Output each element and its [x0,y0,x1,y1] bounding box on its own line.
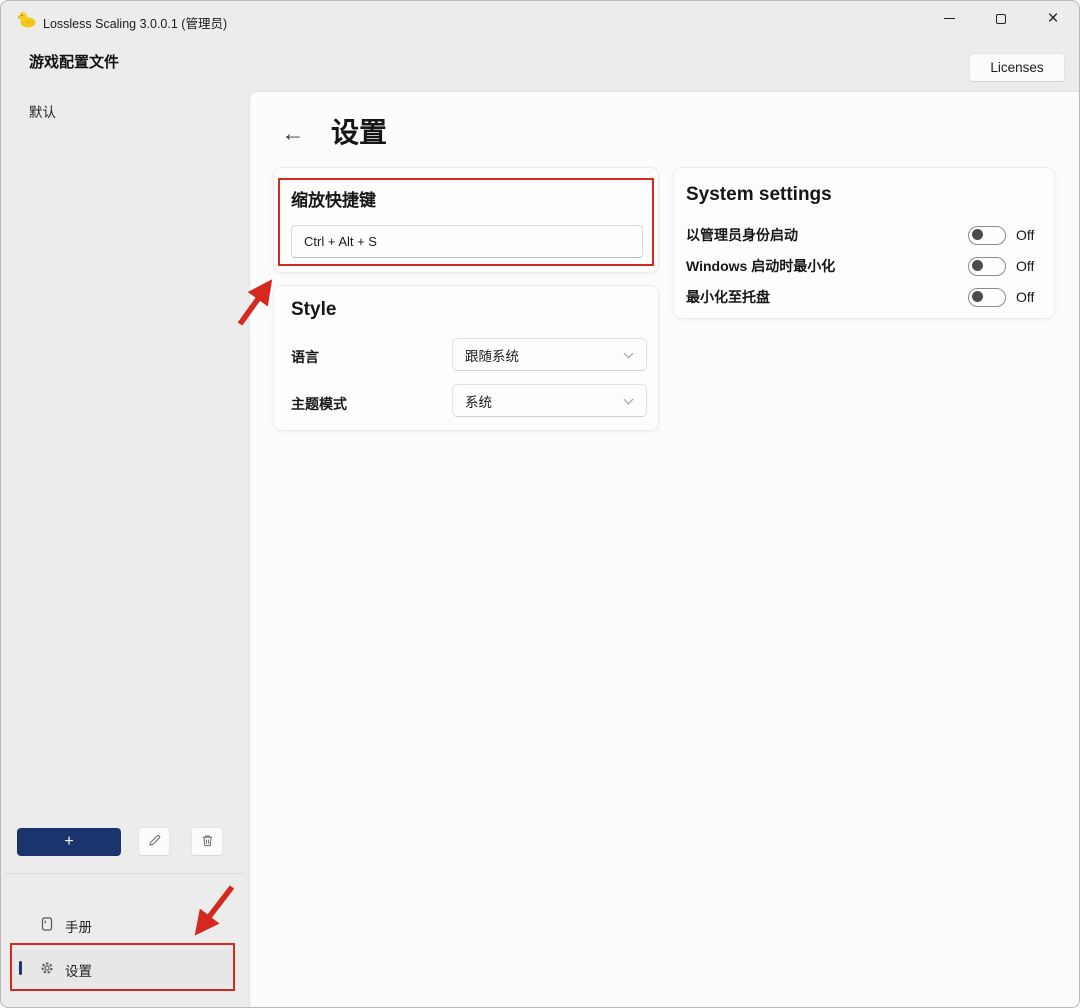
setting-row-minimize-to-tray: 最小化至托盘 Off [686,284,1042,310]
setting-row-minimize-on-startup: Windows 启动时最小化 Off [686,253,1042,279]
maximize-icon [996,14,1006,24]
close-icon: × [1047,9,1058,28]
toggle-run-as-admin[interactable] [968,226,1006,245]
system-settings-card: System settings 以管理员身份启动 Off Windows 启动时… [673,167,1055,319]
delete-profile-button[interactable] [191,827,223,856]
minimize-on-startup-state: Off [1016,258,1042,274]
pencil-icon [147,833,162,851]
minimize-icon [944,18,955,20]
gear-icon [39,960,55,976]
language-label: 语言 [291,347,319,367]
page-header-title: 游戏配置文件 [29,51,119,72]
manual-book-icon [39,916,55,932]
minimize-button[interactable] [929,5,969,32]
window-controls: × [929,5,1073,32]
chevron-down-icon [624,349,634,359]
toggle-knob [972,291,983,302]
system-card-title: System settings [686,184,832,206]
theme-select-value: 系统 [465,391,492,411]
hotkey-card: 缩放快捷键 [273,167,659,273]
minimize-to-tray-state: Off [1016,289,1042,305]
back-button[interactable]: ← [277,118,309,148]
toggle-knob [972,229,983,240]
settings-page-title: 设置 [331,111,387,151]
trash-icon [200,833,215,851]
hotkey-card-title: 缩放快捷键 [291,186,376,211]
toggle-minimize-on-startup[interactable] [968,257,1006,276]
sidebar-item-manual[interactable]: 手册 [9,905,237,943]
language-select[interactable]: 跟随系统 [452,338,647,371]
close-button[interactable]: × [1033,5,1073,32]
toggle-knob [972,260,983,271]
settings-label: 设置 [65,960,92,980]
language-select-value: 跟随系统 [465,345,519,365]
run-as-admin-label: 以管理员身份启动 [686,225,968,245]
toggle-minimize-to-tray[interactable] [968,288,1006,307]
window-title: Lossless Scaling 3.0.0.1 (管理员) [43,13,227,32]
selected-indicator [19,961,22,975]
setting-row-run-as-admin: 以管理员身份启动 Off [686,222,1042,248]
style-card: Style 语言 跟随系统 主题模式 系统 [273,285,659,431]
app-logo-duck-icon [17,11,37,28]
sidebar-divider [5,873,245,874]
minimize-to-tray-label: 最小化至托盘 [686,287,968,307]
maximize-button[interactable] [981,5,1021,32]
add-profile-button[interactable]: + [17,828,121,856]
run-as-admin-state: Off [1016,227,1042,243]
sidebar-item-settings[interactable]: 设置 [9,949,237,987]
app-window: Lossless Scaling 3.0.0.1 (管理员) × 游戏配置文件 … [0,0,1080,1008]
manual-label: 手册 [65,916,92,936]
hotkey-input[interactable] [291,225,643,258]
theme-mode-select[interactable]: 系统 [452,384,647,417]
theme-mode-label: 主题模式 [291,394,347,414]
minimize-on-startup-label: Windows 启动时最小化 [686,256,968,276]
licenses-button[interactable]: Licenses [969,53,1065,82]
sidebar-item-default-profile[interactable]: 默认 [11,96,239,126]
style-card-title: Style [291,299,336,321]
chevron-down-icon [624,395,634,405]
edit-profile-button[interactable] [138,827,170,856]
